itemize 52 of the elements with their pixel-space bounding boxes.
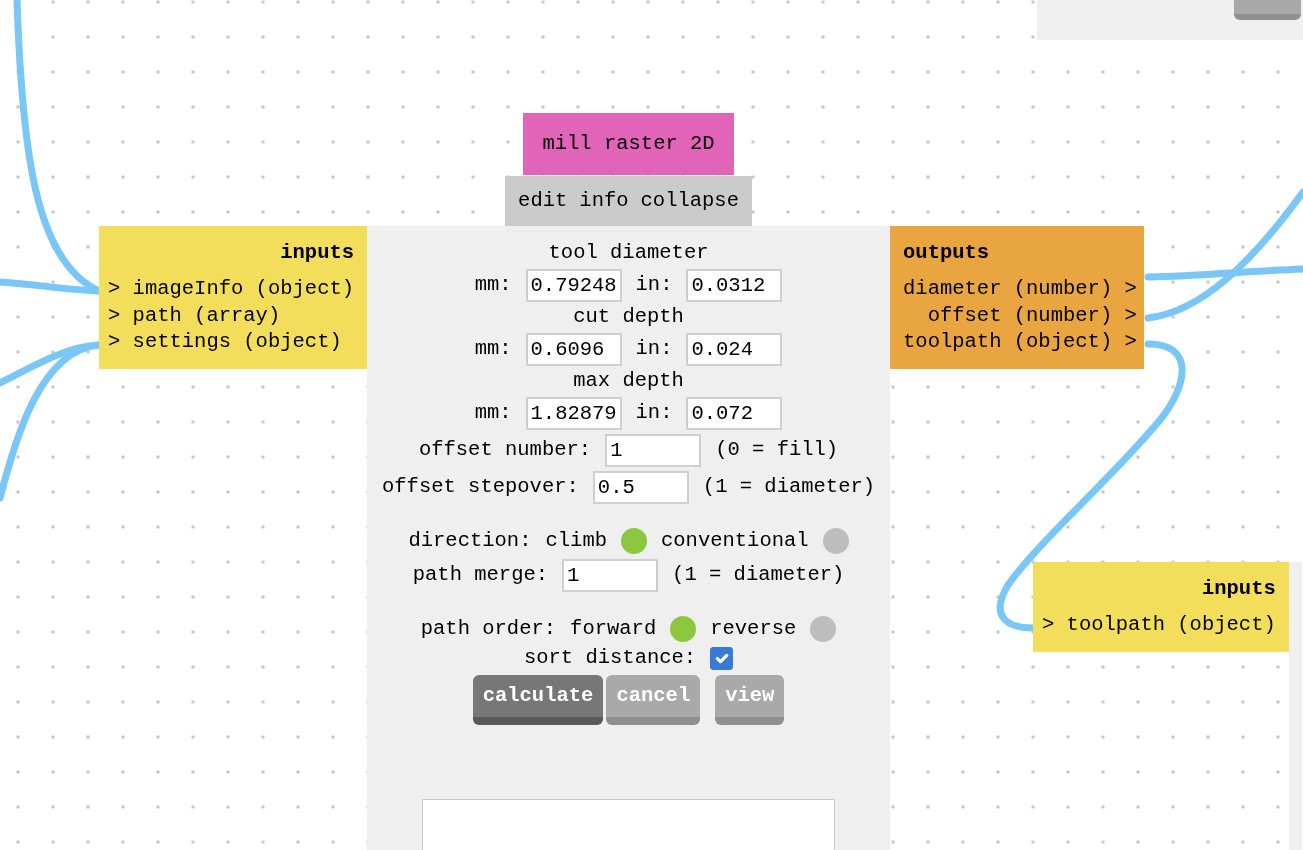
field-hint: (1 = diameter) [702, 473, 876, 500]
port-label[interactable]: > imageInfo (object) [108, 276, 355, 303]
panel-title: outputs [903, 240, 991, 266]
radio-dot-icon[interactable] [822, 528, 849, 554]
number-field[interactable]: 1 [605, 433, 702, 467]
field-label: path merge: [412, 561, 549, 588]
section-heading: max depth [573, 368, 684, 394]
field-label: in: [635, 335, 673, 362]
partial-button[interactable] [1234, 0, 1301, 20]
option-label: conventional [661, 527, 809, 554]
number-field[interactable]: 0.0312 [686, 268, 783, 302]
field-label: direction: [408, 527, 532, 554]
number-field[interactable]: 0.024 [686, 332, 783, 366]
field-label: offset stepover: [382, 473, 579, 500]
port-label[interactable]: offset (number) > [903, 302, 1137, 329]
field-label: mm: [474, 271, 512, 298]
menu-link[interactable]: collapse [640, 187, 739, 215]
option-label: climb [545, 527, 607, 554]
panel-title: inputs [279, 240, 355, 266]
section-heading: cut depth [573, 304, 684, 330]
field-label: in: [635, 271, 673, 298]
radio-dot-icon[interactable] [810, 616, 837, 642]
menu-link[interactable]: info [579, 187, 629, 215]
field-label: sort distance: [523, 644, 697, 671]
field-hint: (1 = diameter) [672, 561, 845, 588]
menu-link[interactable]: edit [518, 187, 568, 215]
radio-dot-icon[interactable] [621, 528, 647, 554]
number-field[interactable]: 0.79248 [525, 268, 622, 302]
port-label[interactable]: > toolpath (object) [1042, 612, 1276, 639]
field-label: offset number: [418, 436, 592, 463]
field-label: mm: [474, 335, 512, 362]
panel-title: inputs [1200, 576, 1276, 602]
field-label: in: [635, 399, 673, 426]
option-label: forward [570, 615, 657, 642]
number-field[interactable]: 0.6096 [525, 332, 622, 366]
number-field[interactable]: 1.82879 [525, 396, 622, 430]
field-label: mm: [474, 399, 512, 426]
section-heading: tool diameter [548, 240, 709, 266]
checkbox[interactable] [710, 646, 734, 670]
field-label: path order: [420, 615, 557, 642]
action-button[interactable]: calculate [472, 675, 604, 725]
number-field[interactable]: 1 [562, 558, 659, 592]
port-label[interactable]: > path (array) [108, 302, 355, 329]
number-field[interactable]: 0.5 [592, 470, 689, 504]
node-title: mill raster 2D [523, 113, 734, 175]
radio-dot-icon[interactable] [670, 616, 697, 642]
port-label[interactable]: diameter (number) > [903, 276, 1137, 303]
number-field[interactable]: 0.072 [686, 396, 783, 430]
port-label[interactable]: > settings (object) [108, 329, 355, 356]
field-hint: (0 = fill) [715, 436, 839, 463]
port-label[interactable]: toolpath (object) > [903, 329, 1137, 356]
option-label: reverse [710, 615, 797, 642]
